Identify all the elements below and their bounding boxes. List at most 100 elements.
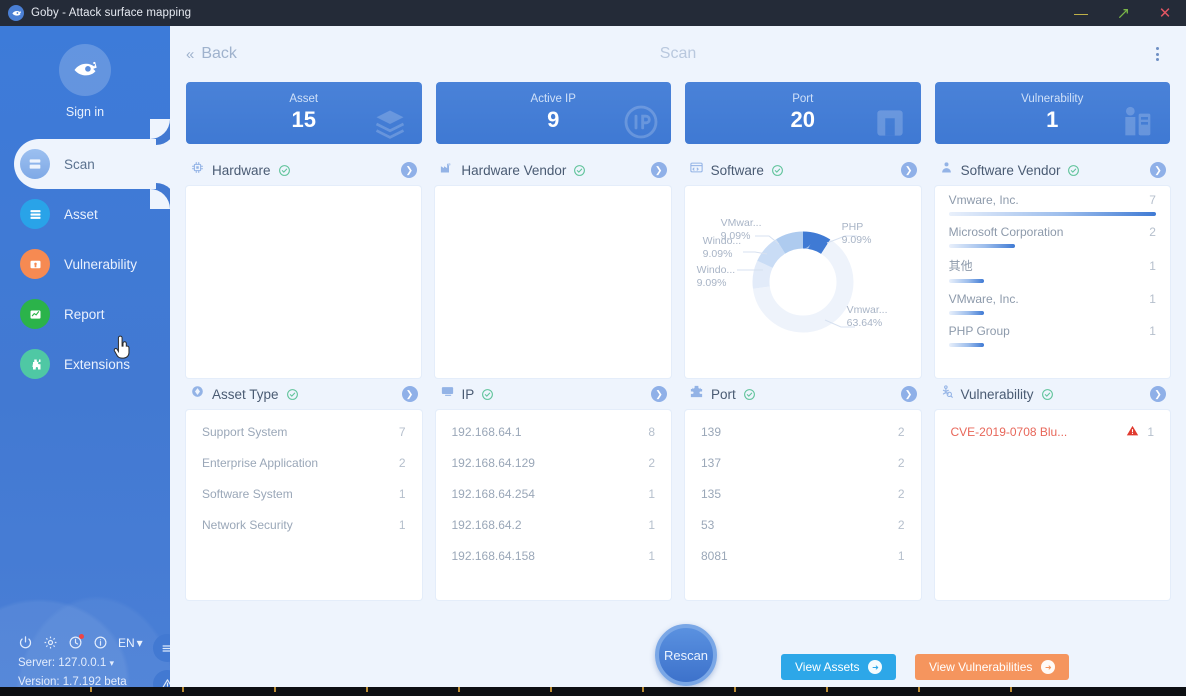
row-name: Enterprise Application [202, 455, 319, 470]
vendor-count: 1 [1149, 324, 1156, 338]
list-item[interactable]: PHP Group 1 [935, 317, 1170, 349]
table-row[interactable]: 192.168.64.158 1 [436, 540, 672, 571]
chevron-right-circle-icon[interactable]: ❯ [900, 386, 917, 402]
row-count: 2 [398, 455, 406, 470]
kebab-menu-icon[interactable] [1144, 41, 1170, 67]
stat-value: 15 [291, 107, 316, 133]
table-row[interactable]: 135 2 [685, 478, 921, 509]
panel-software: Software ❯ PHP 9.09% VMwar... 9.09% Wind… [684, 154, 921, 378]
vendor-name: VMware, Inc. [948, 292, 1019, 306]
notification-dot [79, 634, 84, 639]
sign-in-area[interactable]: Sign in [0, 26, 170, 119]
panel-header: Asset Type ❯ [186, 378, 422, 410]
window-controls: — ✕ [1060, 0, 1186, 26]
table-row[interactable]: 192.168.64.254 1 [436, 478, 672, 509]
list-item[interactable]: Vmware, Inc. 7 [935, 186, 1170, 218]
panel-body-software-vendor: Vmware, Inc. 7 Microsoft Corporation 2 其他 1 [934, 186, 1170, 378]
list-item[interactable]: 其他 1 [935, 250, 1170, 285]
sidebar-item-vulnerability[interactable]: Vulnerability [0, 239, 170, 289]
chevron-right-circle-icon[interactable]: ❯ [650, 162, 667, 178]
list-item[interactable]: VMware, Inc. 1 [935, 285, 1170, 317]
puzzle-port-icon [689, 384, 704, 404]
maximize-icon[interactable] [1102, 0, 1144, 26]
language-selector[interactable]: EN ▾ [118, 636, 143, 650]
row-count: 2 [897, 455, 905, 470]
table-row[interactable]: 8081 1 [685, 540, 921, 571]
window-title: Goby - Attack surface mapping [31, 7, 192, 19]
history-icon[interactable] [68, 634, 84, 650]
check-circle-icon [573, 164, 586, 177]
chevron-right-circle-icon[interactable]: ❯ [401, 162, 418, 178]
row-count: 2 [897, 517, 905, 532]
sidebar-item-report[interactable]: Report [0, 289, 170, 339]
info-icon[interactable] [93, 635, 108, 650]
table-row[interactable]: Enterprise Application 2 [186, 447, 422, 478]
sidebar-item-scan[interactable]: Scan [14, 119, 170, 209]
panel-body-software: PHP 9.09% VMwar... 9.09% Windo... 9.09% [684, 186, 921, 378]
panel-title: Port [711, 386, 736, 402]
content-header: « Back Scan [170, 26, 1186, 82]
sidebar-item-label: Extensions [64, 356, 131, 372]
vulnerability-name: CVE-2019-0708 Blu... [950, 424, 1068, 439]
chevron-right-circle-icon[interactable]: ❯ [651, 386, 667, 402]
panel-grid: Hardware ❯ Hardware Vendor ❯ Software ❯ … [170, 144, 1186, 600]
donut-label-windows-2: Windo... 9.09% [696, 264, 736, 290]
rescan-button[interactable]: Rescan [655, 624, 717, 686]
panel-asset-type: Asset Type ❯ Support System 7 Enterprise … [186, 378, 422, 600]
table-row[interactable]: 192.168.64.2 1 [436, 509, 672, 540]
stat-card-asset[interactable]: Asset 15 [186, 82, 422, 144]
table-row[interactable]: CVE-2019-0708 Blu... 1 [935, 416, 1171, 447]
factory-icon [439, 160, 454, 180]
minimize-icon[interactable]: — [1060, 0, 1102, 26]
table-row[interactable]: 192.168.64.1 8 [436, 416, 672, 447]
row-name: 137 [701, 455, 722, 470]
table-row[interactable]: 192.168.64.129 2 [436, 447, 672, 478]
power-icon[interactable] [18, 635, 33, 650]
row-name: 192.168.64.129 [451, 455, 535, 470]
language-label: EN [118, 635, 135, 650]
check-circle-icon [743, 388, 756, 401]
check-circle-icon [481, 388, 494, 401]
table-row[interactable]: Software System 1 [186, 478, 422, 509]
chevron-right-circle-icon[interactable]: ❯ [401, 386, 418, 402]
gear-icon[interactable] [43, 635, 58, 650]
close-icon[interactable]: ✕ [1144, 0, 1186, 26]
chevron-right-circle-icon[interactable]: ❯ [900, 162, 917, 178]
table-row[interactable]: 53 2 [685, 509, 921, 540]
chevron-right-circle-icon[interactable]: ❯ [1150, 386, 1166, 402]
list-item[interactable]: Microsoft Corporation 2 [935, 218, 1170, 250]
stat-card-port[interactable]: Port 20 [685, 82, 921, 144]
vendor-bar-track [948, 212, 1156, 216]
goby-fish-icon [8, 5, 24, 21]
sidebar-item-extensions[interactable]: Extensions [0, 339, 170, 389]
row-name: Support System [202, 424, 288, 439]
vendor-name: Vmware, Inc. [948, 193, 1019, 207]
stat-card-vulnerability[interactable]: Vulnerability 1 [934, 82, 1170, 144]
table-row[interactable]: 137 2 [685, 447, 921, 478]
view-assets-button[interactable]: View Assets ➜ [781, 654, 897, 680]
panel-header: Software Vendor ❯ [935, 154, 1170, 186]
server-row[interactable]: Server: 127.0.0.1 ▾ [18, 657, 170, 669]
stat-card-active-ip[interactable]: Active IP 9 [435, 82, 671, 144]
sidebar-item-asset[interactable]: Asset [0, 189, 170, 239]
table-row[interactable]: Network Security 1 [186, 509, 422, 540]
back-label: Back [201, 45, 237, 62]
table-row[interactable]: Support System 7 [186, 416, 422, 447]
chevron-right-circle-icon[interactable]: ❯ [1149, 162, 1166, 178]
panel-header: Hardware Vendor ❯ [435, 154, 670, 186]
stat-value: 1 [1046, 107, 1059, 133]
vendor-bar [948, 212, 1156, 216]
row-count: 1 [1147, 424, 1154, 439]
sidebar-footer: EN ▾ Server: 127.0.0.1 ▾ Version: 1.7.19… [0, 634, 170, 688]
panel-row-top: Hardware ❯ Hardware Vendor ❯ Software ❯ … [186, 154, 1170, 378]
panel-header: IP ❯ [436, 378, 672, 410]
stat-label: Asset [289, 93, 319, 106]
panel-title: IP [461, 386, 475, 402]
back-button[interactable]: « Back [186, 45, 237, 63]
vendor-count: 7 [1149, 193, 1156, 207]
vendor-bar-track [948, 244, 1156, 248]
view-vulnerabilities-button[interactable]: View Vulnerabilities ➜ [915, 654, 1070, 680]
row-count: 8 [648, 424, 655, 439]
row-count: 1 [648, 548, 655, 563]
table-row[interactable]: 139 2 [685, 416, 921, 447]
